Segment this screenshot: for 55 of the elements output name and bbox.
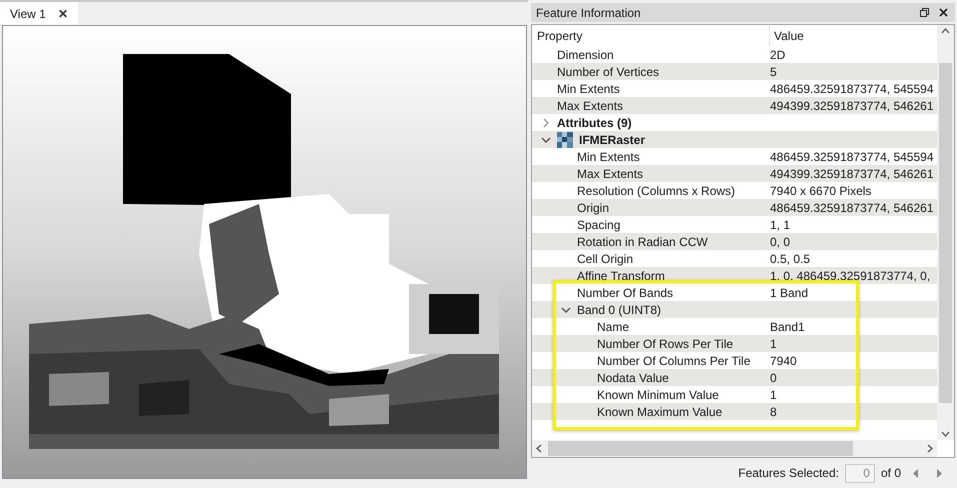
column-header[interactable]: Value: [770, 25, 804, 46]
property-value: 1, 1: [770, 216, 790, 234]
property-value: 486459.32591873774, 545594: [770, 80, 934, 98]
property-label: Name: [597, 318, 630, 336]
property-label: Origin: [577, 200, 610, 216]
property-value: 5: [770, 64, 777, 80]
property-value: 8: [770, 404, 777, 420]
total-count: of 0: [880, 465, 901, 482]
property-value: 1: [770, 386, 777, 404]
property-label: Rotation in Radian CCW: [577, 234, 708, 250]
chevron-right-icon[interactable]: [541, 118, 551, 128]
chevron-down-icon[interactable]: [541, 134, 551, 144]
property-value: 0, 0: [770, 234, 790, 250]
property-label: Known Maximum Value: [597, 404, 722, 420]
property-value: Band1: [770, 318, 805, 336]
property-label: Number Of Bands: [577, 284, 674, 302]
view-tab[interactable]: View 1 ✕: [0, 2, 78, 25]
next-arrow-icon[interactable]: [937, 468, 943, 478]
property-label: Min Extents: [577, 148, 640, 166]
chevron-down-icon[interactable]: [561, 304, 571, 314]
property-label: Min Extents: [557, 80, 620, 98]
property-label: Number Of Rows Per Tile: [597, 336, 734, 352]
property-label: Max Extents: [557, 98, 624, 114]
group-label[interactable]: Attributes (9): [557, 114, 632, 132]
property-label: Known Minimum Value: [597, 386, 719, 404]
close-icon[interactable]: [939, 8, 948, 17]
close-icon[interactable]: ✕: [58, 4, 68, 22]
features-selected-label: Features Selected:: [738, 465, 839, 482]
property-value: 7940 x 6670 Pixels: [770, 182, 872, 200]
property-value: 0: [770, 370, 777, 386]
horizontal-scrollbar[interactable]: [532, 440, 937, 457]
property-value: 486459.32591873774, 546261: [770, 200, 934, 216]
property-value: 1: [770, 336, 777, 352]
property-label: Resolution (Columns x Rows): [577, 182, 736, 200]
property-label: Number Of Columns Per Tile: [597, 352, 750, 370]
property-value: 486459.32591873774, 545594: [770, 148, 934, 166]
float-window-icon[interactable]: [920, 8, 929, 17]
property-label: Spacing: [577, 216, 620, 234]
panel-title: Feature Information: [536, 4, 641, 22]
property-label: Dimension: [557, 46, 614, 64]
property-value: 2D: [770, 46, 786, 64]
property-value: 494399.32591873774, 546261: [770, 98, 934, 114]
raster-grid-icon: [557, 132, 573, 148]
property-label: Nodata Value: [597, 370, 669, 386]
property-value: 494399.32591873774, 546261: [770, 166, 934, 182]
property-label: Affine Transform: [577, 268, 665, 284]
property-label: Max Extents: [577, 166, 644, 182]
property-label: Cell Origin: [577, 250, 634, 268]
property-value: 0.5, 0.5: [770, 250, 810, 268]
vertical-scrollbar[interactable]: [937, 25, 954, 440]
group-label[interactable]: IFMERaster: [579, 130, 646, 148]
previous-arrow-icon[interactable]: [913, 468, 919, 478]
property-value: 1 Band: [770, 284, 808, 302]
property-value: 7940: [770, 352, 797, 370]
property-label: Number of Vertices: [557, 64, 660, 80]
